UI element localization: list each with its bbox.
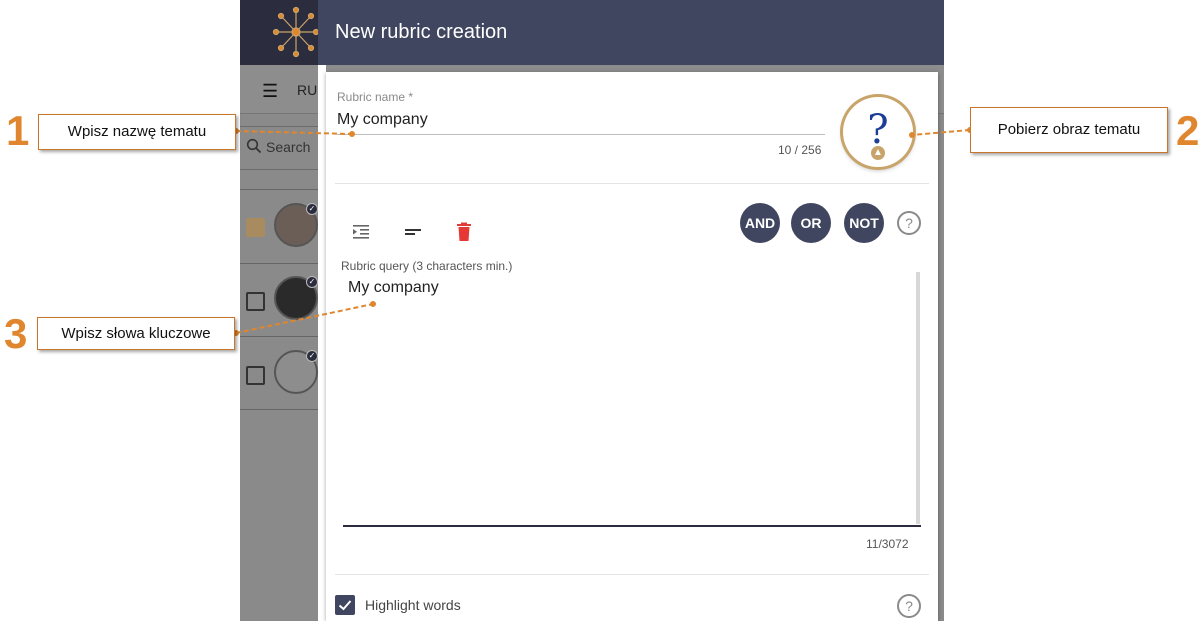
indent-icon[interactable] <box>349 220 373 244</box>
and-operator-button[interactable]: AND <box>740 203 780 243</box>
rubric-name-label: Rubric name * <box>337 90 414 104</box>
highlight-words-checkbox[interactable] <box>335 595 355 615</box>
row-divider <box>240 336 320 337</box>
verified-icon: ✓ <box>306 276 318 288</box>
verified-icon: ✓ <box>306 203 318 215</box>
checkmark-icon <box>338 600 352 611</box>
rubric-name-underline <box>337 134 825 135</box>
search-icon <box>246 138 262 154</box>
row-divider <box>240 263 320 264</box>
section-divider <box>335 574 929 575</box>
annotation-callout: Wpisz słowa kluczowe <box>37 317 235 350</box>
annotation-callout: Pobierz obraz tematu <box>970 107 1168 153</box>
annotation-number: 1 <box>6 107 30 154</box>
rubric-query-label: Rubric query (3 characters min.) <box>341 259 513 273</box>
search-placeholder: Search <box>266 139 311 155</box>
highlight-words-label: Highlight words <box>365 597 461 613</box>
dialog-title: New rubric creation <box>335 21 508 43</box>
help-icon[interactable]: ? <box>897 594 921 618</box>
verified-icon: ✓ <box>306 350 318 362</box>
annotation-callout: Wpisz nazwę tematu <box>38 114 236 150</box>
or-operator-button[interactable]: OR <box>791 203 831 243</box>
short-text-icon[interactable] <box>401 220 425 244</box>
rubric-query-underline <box>343 525 921 527</box>
trash-icon[interactable] <box>452 220 476 244</box>
rubric-name-input[interactable]: My company <box>337 111 428 129</box>
row-divider <box>240 189 320 190</box>
rubric-query-counter: 11/3072 <box>866 537 909 551</box>
dialog-body-edge <box>318 65 326 621</box>
rubric-name-counter: 10 / 256 <box>778 143 822 157</box>
upload-icon: ▲ <box>871 146 885 160</box>
row-checkbox[interactable] <box>246 366 265 385</box>
annotation-number: 3 <box>4 310 28 357</box>
row-checkbox[interactable] <box>246 218 265 237</box>
list-icon[interactable]: ☰ <box>262 81 278 102</box>
section-divider <box>335 183 929 184</box>
rubric-image-picker[interactable]: ? ▲ <box>843 97 913 167</box>
rubric-query-textarea[interactable]: My company <box>348 279 439 297</box>
row-checkbox[interactable] <box>246 292 265 311</box>
annotation-number: 2 <box>1176 107 1200 154</box>
help-icon[interactable]: ? <box>897 211 921 235</box>
row-divider <box>240 409 320 410</box>
scrollbar[interactable] <box>916 272 920 524</box>
not-operator-button[interactable]: NOT <box>844 203 884 243</box>
app-logo-icon <box>272 6 320 58</box>
